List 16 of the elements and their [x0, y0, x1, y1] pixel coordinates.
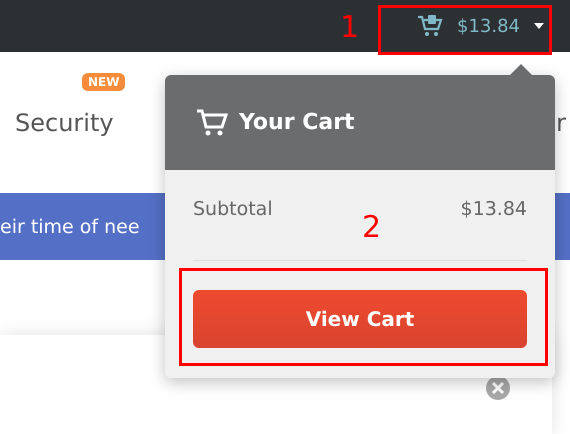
tab-label[interactable]: Security	[15, 108, 114, 136]
cart-dropdown-toggle[interactable]: $13.84	[417, 14, 544, 38]
cart-icon	[195, 108, 229, 138]
new-badge: NEW	[82, 72, 126, 90]
close-icon[interactable]	[486, 376, 510, 400]
cart-icon	[417, 14, 444, 38]
annotation-number: 1	[340, 10, 360, 45]
view-cart-button[interactable]: View Cart	[193, 290, 527, 348]
subtotal-label: Subtotal	[193, 198, 273, 220]
subtotal-value: $13.84	[460, 198, 527, 220]
banner-text: eir time of nee	[0, 216, 140, 238]
cart-title: Your Cart	[239, 110, 355, 135]
cart-total: $13.84	[457, 16, 520, 36]
caret-icon	[534, 23, 544, 29]
tab-label[interactable]: r	[556, 108, 566, 136]
annotation-number: 2	[362, 210, 382, 245]
